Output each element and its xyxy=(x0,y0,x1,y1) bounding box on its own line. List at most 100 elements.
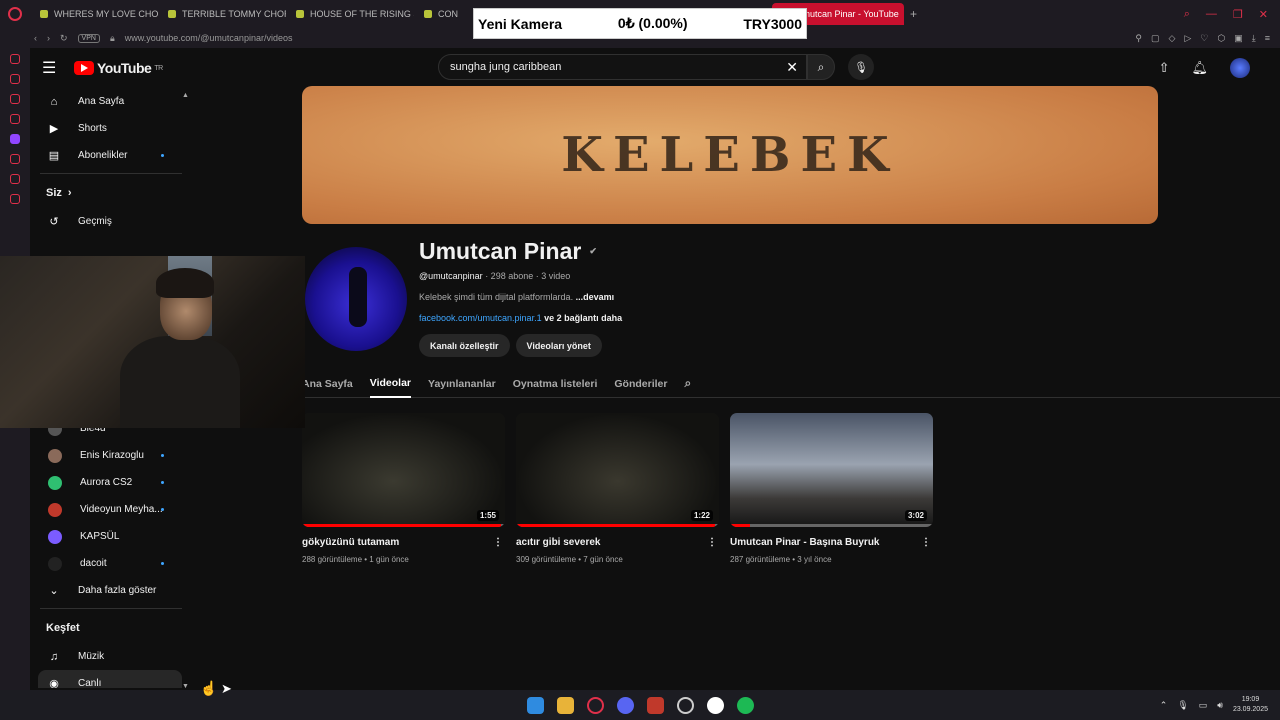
channel-description[interactable]: Kelebek şimdi tüm dijital platformlarda.… xyxy=(419,292,614,302)
clock[interactable]: 19:09 23.09.2025 xyxy=(1233,695,1268,715)
tab-home[interactable]: Ana Sayfa xyxy=(302,370,353,398)
sidebar-channel[interactable]: Aurora CS2 xyxy=(30,469,182,496)
video-title[interactable]: Umutcan Pinar - Başına Buyruk xyxy=(730,537,879,548)
reload-icon[interactable]: ↻ xyxy=(60,33,68,44)
tab-posts[interactable]: Gönderiler xyxy=(614,370,667,398)
messenger-icon[interactable] xyxy=(10,74,20,84)
notifications-bell-icon[interactable]: 🔔︎ xyxy=(1191,60,1208,76)
tray-mic-icon[interactable]: 🎙︎ xyxy=(1177,700,1188,711)
opera-logo-icon[interactable] xyxy=(0,0,30,28)
voicemeeter-icon[interactable] xyxy=(646,696,664,714)
instagram-icon[interactable] xyxy=(10,114,20,124)
video-card[interactable]: 1:22 acıtır gibi severek ⋮ 309 görüntülem… xyxy=(516,413,719,564)
steelseries-icon[interactable] xyxy=(676,696,694,714)
snapshot-icon[interactable]: ▢ xyxy=(1151,33,1160,44)
sidebar-item-subscriptions[interactable]: ▤ Abonelikler xyxy=(30,142,182,169)
play-icon[interactable]: ▷ xyxy=(1184,33,1191,44)
close-icon[interactable]: ✕ xyxy=(1259,8,1268,21)
history-icon: ↺ xyxy=(49,216,59,228)
browser-tab[interactable]: TERRIBLE TOMMY CHOR xyxy=(158,3,286,25)
more-options-icon[interactable]: ⋮ xyxy=(707,537,717,548)
box-icon[interactable]: ▣ xyxy=(1234,33,1243,44)
youtube-logo[interactable]: YouTube TR xyxy=(74,60,163,76)
extensions-icon[interactable]: ⬡ xyxy=(1217,33,1225,44)
back-icon[interactable]: ‹ xyxy=(34,33,37,43)
discord-icon[interactable] xyxy=(616,696,634,714)
minimize-icon[interactable]: — xyxy=(1206,8,1217,21)
obs-icon[interactable] xyxy=(706,696,724,714)
video-title[interactable]: gökyüzünü tutamam xyxy=(302,537,399,548)
video-thumbnail[interactable]: 1:22 xyxy=(516,413,719,527)
sidebar-item-home[interactable]: ⌂ Ana Sayfa xyxy=(30,88,182,115)
section-label: Siz xyxy=(46,187,62,199)
more-options-icon[interactable]: ⋮ xyxy=(921,537,931,548)
browser-tab[interactable]: HOUSE OF THE RISING S xyxy=(286,3,414,25)
sidebar-item-label: KAPSÜL xyxy=(80,531,120,542)
sidebar-section-you[interactable]: Siz › xyxy=(30,178,182,208)
channel-search-icon[interactable]: ⌕ xyxy=(684,370,691,398)
heart-icon[interactable]: ♡ xyxy=(1200,33,1208,44)
search-button[interactable]: ⌕ xyxy=(807,54,835,80)
search-icon: ⌕ xyxy=(817,59,825,74)
sidebar-channel[interactable]: Videoyun Meyha... xyxy=(30,496,182,523)
facebook-link[interactable]: facebook.com/umutcan.pinar.1 xyxy=(419,313,542,323)
scroll-up-icon[interactable]: ▲ xyxy=(182,92,189,99)
channel-avatar-large[interactable] xyxy=(305,247,407,351)
opera-gx-icon[interactable] xyxy=(586,696,604,714)
video-card[interactable]: 1:55 gökyüzünü tutamam ⋮ 288 görüntüleme … xyxy=(302,413,505,564)
tray-speaker-icon[interactable]: 🔊︎ xyxy=(1217,700,1223,711)
file-explorer-icon[interactable] xyxy=(556,696,574,714)
scroll-down-icon[interactable]: ▼ xyxy=(182,683,189,690)
tab-playlists[interactable]: Oynatma listeleri xyxy=(513,370,598,398)
aria-icon[interactable] xyxy=(10,54,20,64)
new-tab-icon[interactable]: + xyxy=(910,7,917,21)
video-thumbnail[interactable]: 1:55 xyxy=(302,413,505,527)
sidebar-item-music[interactable]: ♫ Müzik xyxy=(30,643,182,670)
show-more-button[interactable]: ⌄ Daha fazla göster xyxy=(30,577,182,604)
forward-icon[interactable]: › xyxy=(47,33,50,43)
twitch-icon[interactable] xyxy=(10,134,20,144)
video-thumbnail[interactable]: 3:02 xyxy=(730,413,933,527)
spotify-icon[interactable] xyxy=(736,696,754,714)
clear-search-icon[interactable]: ✕ xyxy=(786,59,798,76)
manage-videos-button[interactable]: Videoları yönet xyxy=(515,334,602,357)
video-card[interactable]: 3:02 Umutcan Pinar - Başına Buyruk ⋮ 287 … xyxy=(730,413,933,564)
pin-icon[interactable]: ⚲ xyxy=(1135,33,1142,44)
upload-icon[interactable]: ⇧ xyxy=(1159,60,1170,76)
channel-avatar xyxy=(48,502,62,517)
tab-videos[interactable]: Videolar xyxy=(369,370,412,398)
url-field[interactable]: www.youtube.com/@umutcanpinar/videos xyxy=(125,33,293,43)
history-sidebar-icon[interactable] xyxy=(10,174,20,184)
search-tabs-icon[interactable]: ⌕ xyxy=(1184,8,1190,21)
tab-live[interactable]: Yayınlananlar xyxy=(428,370,496,398)
menu-icon[interactable]: ≡ xyxy=(1265,33,1270,44)
sidebar-item-history[interactable]: ↺ Geçmiş xyxy=(30,208,182,235)
browser-tab[interactable]: WHERES MY LOVE CHOR xyxy=(30,3,158,25)
player-icon[interactable] xyxy=(10,154,20,164)
tray-display-icon[interactable]: ▭ xyxy=(1199,700,1208,711)
sidebar-channel[interactable]: Enis Kirazoglu xyxy=(30,442,182,469)
vpn-badge[interactable]: VPN xyxy=(77,33,100,43)
sidebar-channel[interactable]: KAPSÜL xyxy=(30,523,182,550)
more-options-icon[interactable]: ⋮ xyxy=(493,537,503,548)
customize-channel-button[interactable]: Kanalı özelleştir xyxy=(419,334,510,357)
video-title[interactable]: acıtır gibi severek xyxy=(516,537,601,548)
start-windows-icon[interactable] xyxy=(526,696,544,714)
account-avatar[interactable] xyxy=(1230,58,1250,78)
bookmarks-icon[interactable] xyxy=(10,194,20,204)
search-input[interactable]: sungha jung caribbean ✕ xyxy=(438,54,807,80)
more-links[interactable]: ve 2 bağlantı daha xyxy=(544,313,622,323)
sidebar-channel[interactable]: dacoit xyxy=(30,550,182,577)
channel-links[interactable]: facebook.com/umutcan.pinar.1 ve 2 bağlan… xyxy=(419,313,622,323)
download-icon[interactable]: ⤓ xyxy=(1252,33,1256,44)
voice-search-button[interactable]: 🎙︎ xyxy=(848,54,874,80)
vpn-shield-icon[interactable]: ◇ xyxy=(1168,33,1175,44)
divider xyxy=(40,173,182,174)
more-link[interactable]: ...devamı xyxy=(576,292,615,302)
maximize-icon[interactable]: ❐ xyxy=(1233,8,1243,21)
chat-icon[interactable] xyxy=(10,94,20,104)
sidebar-item-live[interactable]: ◉ Canlı xyxy=(38,670,182,688)
tray-chevron-up-icon[interactable]: ⌃ xyxy=(1160,700,1168,711)
hamburger-menu-icon[interactable]: ☰ xyxy=(42,58,74,78)
sidebar-item-shorts[interactable]: ▶ Shorts xyxy=(30,115,182,142)
